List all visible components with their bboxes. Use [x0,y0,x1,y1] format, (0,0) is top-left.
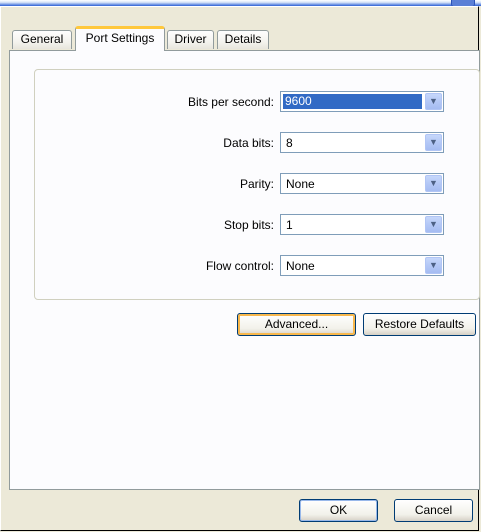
chevron-down-icon[interactable]: ▼ [425,134,442,151]
tab-port-settings[interactable]: Port Settings [75,26,165,51]
data-bits-label: Data bits: [223,136,274,150]
ok-button[interactable]: OK [299,499,378,522]
restore-defaults-button[interactable]: Restore Defaults [363,313,476,336]
chevron-down-icon[interactable]: ▼ [425,216,442,233]
tab-details[interactable]: Details [217,30,269,49]
bits-per-second-select[interactable]: 9600 ▼ [280,91,444,112]
cancel-button[interactable]: Cancel [394,499,473,522]
flow-control-select[interactable]: None ▼ [280,255,444,276]
data-bits-value: 8 [286,136,293,150]
data-bits-select[interactable]: 8 ▼ [280,132,444,153]
parity-label: Parity: [239,177,274,191]
parity-value: None [286,177,315,191]
flow-control-label: Flow control: [205,259,274,273]
chevron-down-icon[interactable]: ▼ [425,175,442,192]
stop-bits-value: 1 [286,218,293,232]
tab-driver[interactable]: Driver [167,30,214,49]
parity-select[interactable]: None ▼ [280,173,444,194]
advanced-button[interactable]: Advanced... [237,313,356,336]
stop-bits-select[interactable]: 1 ▼ [280,214,444,235]
bits-per-second-value: 9600 [283,94,422,109]
chevron-down-icon[interactable]: ▼ [425,93,442,110]
tab-general[interactable]: General [12,30,72,49]
properties-dialog: General Port Settings Driver Details Bit… [0,6,480,531]
port-settings-panel: Bits per second: 9600 ▼ Data bits: 8 ▼ P… [9,50,480,490]
stop-bits-label: Stop bits: [223,218,274,232]
flow-control-value: None [286,259,315,273]
bits-per-second-label: Bits per second: [187,95,274,109]
chevron-down-icon[interactable]: ▼ [425,257,442,274]
